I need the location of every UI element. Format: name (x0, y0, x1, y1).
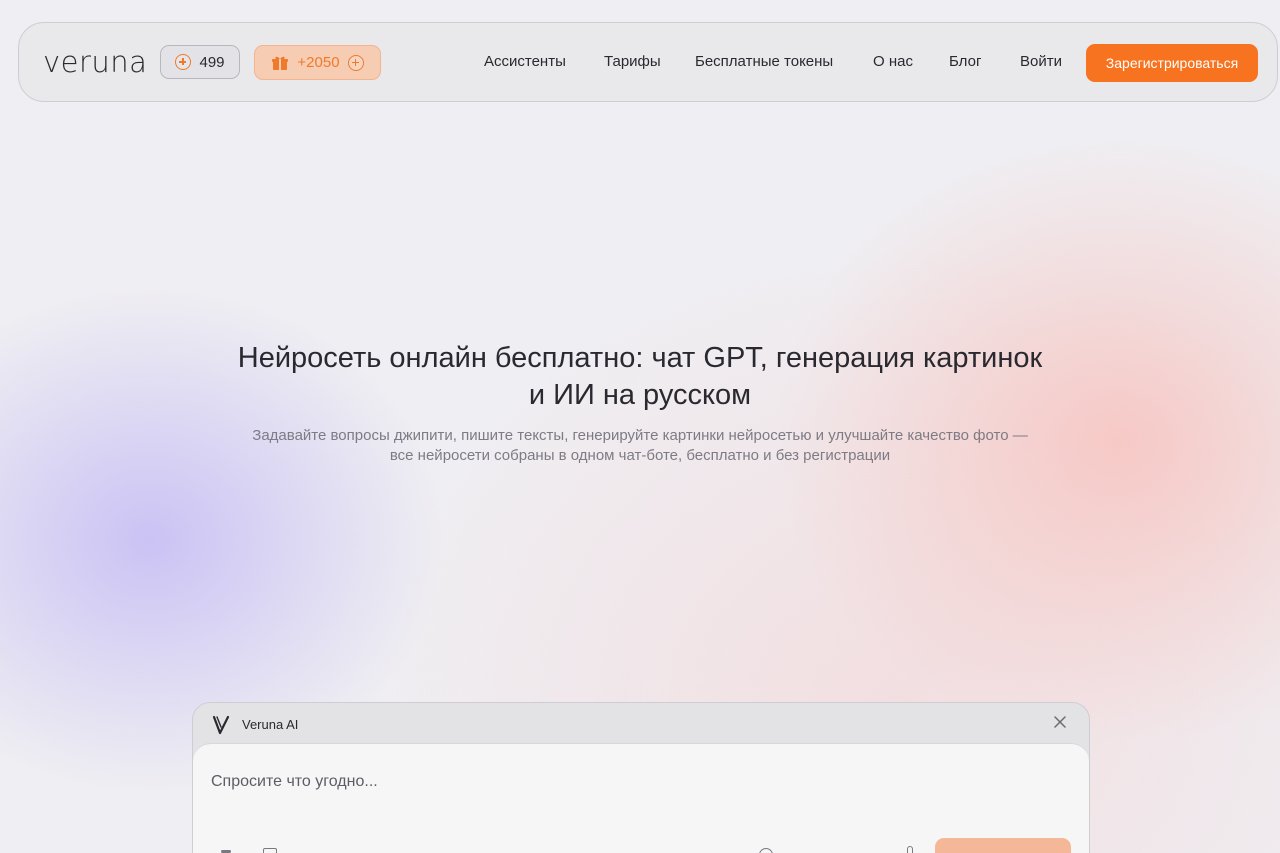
chat-header: Veruna AI (193, 703, 1089, 745)
bonus-tokens-value: +2050 (297, 54, 340, 71)
token-balance-button[interactable]: 499 (160, 45, 240, 79)
page-subtitle-line-2: все нейросети собраны в одном чат-боте, … (389, 447, 891, 464)
nav-item-about[interactable]: О нас (873, 53, 913, 70)
send-button[interactable] (935, 838, 1071, 853)
nav-item-pricing[interactable]: Тарифы (604, 53, 661, 70)
page-subtitle-line-1: Задавайте вопросы джипити, пишите тексты… (252, 427, 1028, 444)
image-icon[interactable] (263, 848, 277, 853)
nav-item-login[interactable]: Войти (1020, 53, 1062, 70)
chat-title: Veruna AI (242, 717, 299, 732)
veruna-v-logo-icon (212, 715, 230, 735)
bonus-tokens-button[interactable]: +2050 (254, 45, 381, 80)
token-balance-value: 499 (199, 53, 225, 71)
chat-body (193, 743, 1089, 853)
site-header: veruna 499 +2050 Ассистенты Тарифы Беспл… (18, 22, 1278, 102)
mic-icon[interactable] (907, 846, 913, 853)
nav-item-free-tokens[interactable]: Бесплатные токены (695, 53, 833, 70)
logo[interactable]: veruna (43, 45, 147, 79)
chat-widget: Veruna AI (192, 702, 1090, 853)
plus-circle-icon (347, 54, 364, 71)
model-icon[interactable] (759, 848, 773, 853)
plus-circle-icon (175, 54, 192, 70)
gift-icon (272, 56, 289, 70)
page-subtitle: Задавайте вопросы джипити, пишите тексты… (140, 426, 1140, 466)
page-title: Нейросеть онлайн бесплатно: чат GPT, ген… (140, 340, 1140, 414)
page-title-line-1: Нейросеть онлайн бесплатно: чат GPT, ген… (237, 342, 1043, 374)
chat-input[interactable] (209, 772, 913, 792)
signup-button[interactable]: Зарегистрироваться (1086, 44, 1258, 82)
page-title-line-2: и ИИ на русском (528, 379, 752, 411)
close-icon[interactable] (1053, 715, 1067, 729)
nav-item-blog[interactable]: Блог (949, 53, 981, 70)
nav-item-assistants[interactable]: Ассистенты (484, 53, 566, 70)
